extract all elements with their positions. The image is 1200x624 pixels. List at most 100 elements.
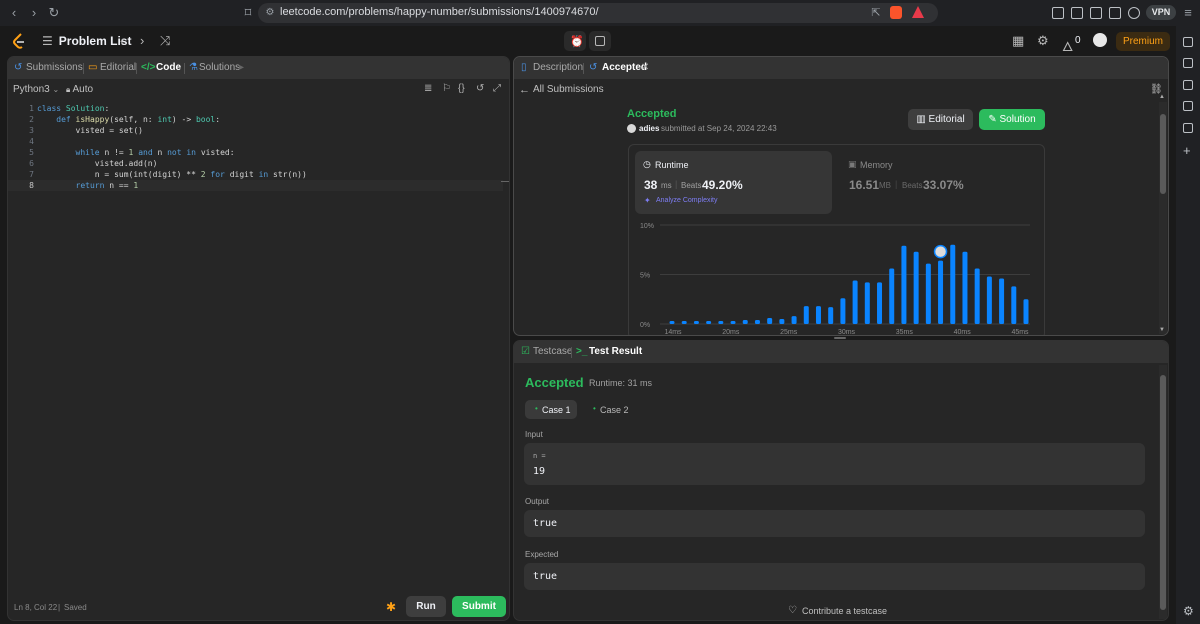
layout-icon[interactable]: ▦ xyxy=(1012,33,1024,49)
input-box[interactable]: n = 19 xyxy=(524,443,1145,485)
tab-description[interactable]: Description xyxy=(533,62,583,73)
chart-bar[interactable] xyxy=(1011,286,1017,324)
bookmark-outline-icon[interactable]: ⚐ xyxy=(442,83,451,94)
tab-icon[interactable] xyxy=(1052,7,1064,19)
chart-bar[interactable] xyxy=(730,321,736,324)
chart-bar[interactable] xyxy=(754,320,760,324)
chart-bar[interactable] xyxy=(669,321,675,324)
chart-bar[interactable] xyxy=(791,316,797,324)
chart-bar[interactable] xyxy=(999,278,1005,324)
premium-button[interactable]: Premium xyxy=(1116,32,1170,51)
site-info-icon[interactable]: ⚙ xyxy=(262,5,278,21)
sidebar-icon[interactable] xyxy=(1090,7,1102,19)
next-problem-icon[interactable]: › xyxy=(140,33,144,48)
chart-bar[interactable] xyxy=(1023,299,1029,324)
tab-test-result[interactable]: Test Result xyxy=(589,346,642,357)
code-editor[interactable]: 1 class Solution: 2 def isHappy(self, n: … xyxy=(8,103,503,195)
submit-button[interactable]: Submit xyxy=(452,596,506,617)
format-align-icon[interactable]: ≣ xyxy=(424,83,432,94)
language-select[interactable]: Python3 ⌄ xyxy=(13,84,59,95)
add-icon[interactable]: + xyxy=(1183,143,1191,158)
braces-icon[interactable]: {} xyxy=(458,83,465,94)
tab-testcase[interactable]: Testcase xyxy=(533,346,572,357)
reload-icon[interactable]: ↻ xyxy=(46,5,62,21)
avatar[interactable] xyxy=(1093,33,1107,47)
editorial-button[interactable]: ▥ Editorial xyxy=(908,109,973,130)
memory-card[interactable]: ▣ Memory 16.51 MB | Beats 33.07% xyxy=(840,151,1037,214)
chart-bar[interactable] xyxy=(718,321,724,324)
chart-bar[interactable] xyxy=(742,320,748,324)
chart-bar[interactable] xyxy=(986,276,992,324)
back-arrow-icon[interactable]: ← xyxy=(519,84,530,96)
tab-submissions[interactable]: Submissions xyxy=(26,62,83,73)
chart-bar[interactable] xyxy=(913,251,919,324)
reset-icon[interactable]: ↺ xyxy=(476,83,484,94)
sidebar-panel-icon[interactable] xyxy=(1183,37,1193,47)
leetcode-logo-icon[interactable] xyxy=(12,33,26,49)
chart-bar[interactable] xyxy=(962,251,968,324)
chart-bar[interactable] xyxy=(864,282,870,324)
bookmarks-icon[interactable] xyxy=(1183,101,1193,111)
chart-bar[interactable] xyxy=(706,321,712,324)
runtime-card[interactable]: ◷ Runtime 38 ms | Beats 49.20% ✦ Analyze… xyxy=(635,151,832,214)
chart-bar[interactable] xyxy=(889,268,895,324)
chart-bar[interactable] xyxy=(938,260,944,324)
debug-bug-icon[interactable]: ✱ xyxy=(386,600,396,614)
panel-resize-handle[interactable] xyxy=(834,337,846,339)
tab-solutions[interactable]: Solutions xyxy=(199,62,240,73)
history-icon[interactable] xyxy=(1183,80,1193,90)
chart-bar[interactable] xyxy=(828,307,834,324)
reading-list-icon[interactable] xyxy=(1183,58,1193,68)
tab-code[interactable]: Code xyxy=(156,62,181,73)
chart-bar[interactable] xyxy=(840,298,846,324)
vpn-button[interactable]: VPN xyxy=(1146,5,1176,20)
chart-bar[interactable] xyxy=(974,268,980,324)
library-icon[interactable] xyxy=(1183,123,1193,133)
menu-icon[interactable]: ≡ xyxy=(1180,5,1196,21)
chart-bar[interactable] xyxy=(852,280,858,324)
chart-bar[interactable] xyxy=(950,244,956,324)
scroll-down-icon[interactable]: ▼ xyxy=(1159,327,1165,333)
settings-gear-icon[interactable]: ⚙ xyxy=(1037,33,1049,49)
all-submissions-link[interactable]: All Submissions xyxy=(533,84,604,95)
back-icon[interactable]: ‹ xyxy=(6,5,22,21)
user-avatar[interactable] xyxy=(627,124,636,133)
wallet-icon[interactable] xyxy=(1109,7,1121,19)
username[interactable]: adies xyxy=(639,124,659,133)
brave-rewards-icon[interactable] xyxy=(912,6,924,18)
settings-icon[interactable]: ⚙ xyxy=(1183,604,1194,618)
auto-toggle[interactable]: 🔒︎ Auto xyxy=(66,84,93,95)
brave-shield-icon[interactable] xyxy=(890,6,902,19)
chart-bar[interactable] xyxy=(925,263,931,324)
extensions-icon[interactable] xyxy=(1071,7,1083,19)
share-icon[interactable]: ⇱ xyxy=(868,5,884,21)
analyze-complexity-link[interactable]: Analyze Complexity xyxy=(656,197,717,204)
close-tab-icon[interactable]: ✕ xyxy=(641,62,649,73)
scroll-up-icon[interactable]: ▲ xyxy=(1159,94,1165,100)
more-tabs-icon[interactable]: ▸ xyxy=(239,62,244,73)
chart-bar[interactable] xyxy=(803,306,809,324)
fullscreen-icon[interactable]: ⤢ xyxy=(493,83,501,94)
prev-problem-icon[interactable]: ‹ xyxy=(120,33,124,48)
tab-editorial[interactable]: Editorial xyxy=(100,62,136,73)
case-2-tab[interactable]: • Case 2 xyxy=(584,400,636,419)
solution-button[interactable]: ✎ Solution xyxy=(979,109,1045,130)
run-button[interactable]: Run xyxy=(406,596,446,617)
chart-bar[interactable] xyxy=(693,321,699,324)
chart-bar[interactable] xyxy=(779,319,785,324)
chart-bar[interactable] xyxy=(681,321,687,324)
expected-box[interactable]: true xyxy=(524,563,1145,590)
bookmark-icon[interactable]: ⌑ xyxy=(240,5,256,21)
submission-scrollbar[interactable] xyxy=(1159,102,1167,334)
case-1-tab[interactable]: • Case 1 xyxy=(525,400,577,419)
forward-icon[interactable]: › xyxy=(26,5,42,21)
test-result-scrollbar[interactable] xyxy=(1159,365,1167,619)
problem-list-link[interactable]: ☰ Problem List xyxy=(42,34,131,48)
random-problem-icon[interactable]: ⤨ xyxy=(160,33,170,49)
chart-bar[interactable] xyxy=(877,282,883,324)
user-position-avatar-marker[interactable] xyxy=(933,244,948,259)
leo-icon[interactable] xyxy=(1128,7,1140,19)
chart-bar[interactable] xyxy=(815,306,821,324)
output-box[interactable]: true xyxy=(524,510,1145,537)
contribute-testcase-link[interactable]: Contribute a testcase xyxy=(802,606,887,616)
